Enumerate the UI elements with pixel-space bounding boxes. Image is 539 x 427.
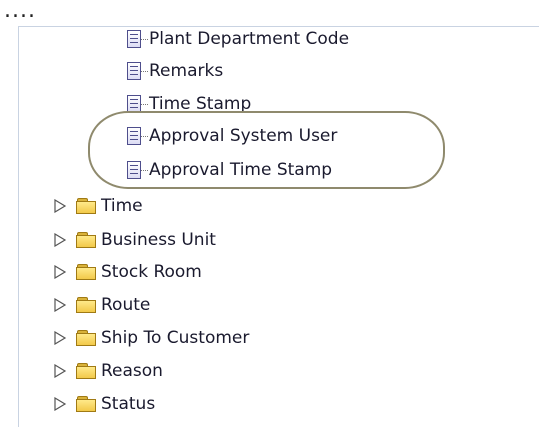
- column-icon: [125, 159, 148, 181]
- column-icon: [125, 93, 148, 115]
- folder-icon: [76, 264, 98, 280]
- folder-icon: [76, 330, 98, 346]
- expand-arrow-icon[interactable]: [52, 232, 68, 248]
- expand-arrow-icon[interactable]: [52, 198, 68, 214]
- expand-arrow-icon[interactable]: [52, 264, 68, 280]
- expand-arrow-icon[interactable]: [52, 330, 68, 346]
- folder-icon: [76, 297, 98, 313]
- tree-folder-label: Status: [101, 394, 156, 414]
- tree-item-label: Approval Time Stamp: [149, 160, 333, 180]
- tree-folder-label: Time: [101, 196, 143, 216]
- tree-item-label: Plant Department Code: [149, 29, 350, 49]
- folder-icon: [76, 198, 98, 214]
- column-icon: [125, 125, 148, 147]
- tree-folder-label: Stock Room: [101, 262, 202, 282]
- tree-folder-stock-room[interactable]: Stock Room: [52, 259, 202, 285]
- folder-icon: [76, 363, 98, 379]
- tree-item-remarks[interactable]: Remarks: [125, 58, 223, 84]
- folder-icon: [76, 232, 98, 248]
- tree-folder-label: Route: [101, 295, 151, 315]
- tree-item-time-stamp[interactable]: Time Stamp: [125, 91, 251, 117]
- tree-item-approval-time-stamp[interactable]: Approval Time Stamp: [125, 157, 332, 183]
- tree-folder-business-unit[interactable]: Business Unit: [52, 227, 216, 253]
- column-icon: [125, 28, 148, 50]
- expand-arrow-icon[interactable]: [52, 297, 68, 313]
- folder-icon: [76, 396, 98, 412]
- tree-folder-label: Business Unit: [101, 230, 216, 250]
- tree-item-label: Approval System User: [149, 126, 338, 146]
- top-ellipsis: ....: [4, 0, 36, 23]
- tree-folder-status[interactable]: Status: [52, 391, 155, 417]
- tree-folder-label: Ship To Customer: [101, 328, 250, 348]
- tree-folder-label: Reason: [101, 361, 163, 381]
- column-icon: [125, 60, 148, 82]
- tree-item-label: Remarks: [149, 61, 224, 81]
- tree-item-approval-system-user[interactable]: Approval System User: [125, 123, 337, 149]
- tree-folder-route[interactable]: Route: [52, 292, 150, 318]
- expand-arrow-icon[interactable]: [52, 396, 68, 412]
- tree-folder-reason[interactable]: Reason: [52, 358, 163, 384]
- tree-folder-time[interactable]: Time: [52, 193, 143, 219]
- tree-folder-ship-to-customer[interactable]: Ship To Customer: [52, 325, 249, 351]
- tree-item-plant-department-code[interactable]: Plant Department Code: [125, 26, 349, 52]
- expand-arrow-icon[interactable]: [52, 363, 68, 379]
- tree-item-label: Time Stamp: [149, 94, 252, 114]
